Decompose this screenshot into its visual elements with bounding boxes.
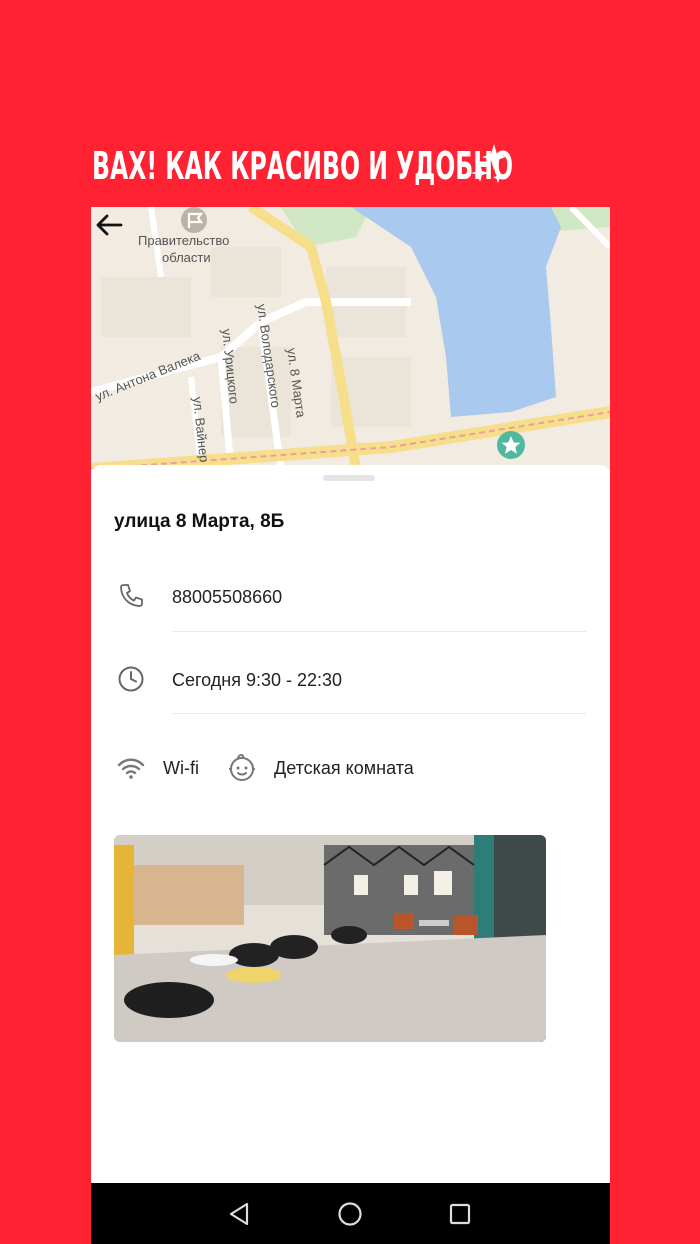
back-triangle-icon[interactable] [227, 1201, 253, 1227]
venue-hours: Сегодня 9:30 - 22:30 [172, 670, 343, 690]
sparkle-icon [471, 144, 506, 183]
map-label-government-2: области [162, 250, 211, 265]
venue-phone[interactable]: 88005508660 [172, 587, 282, 608]
divider [172, 631, 586, 632]
map-view[interactable]: Правительство области ул. 8 Марта ул. Во… [91, 207, 610, 469]
feature-kids-room-label: Детская комната [274, 758, 414, 778]
wifi-icon [117, 758, 145, 779]
promo-headline: ВАХ! КАК КРАСИВО И УДОБНО [92, 144, 514, 188]
details-sheet: улица 8 Марта, 8Б 88005508660 Сегодня 9:… [91, 465, 610, 1187]
divider [172, 713, 586, 714]
feature-wifi-label: Wi-fi [163, 758, 199, 778]
sheet-drag-handle[interactable] [323, 475, 375, 481]
kid-face-icon [229, 754, 255, 781]
map-label-government: Правительство [138, 233, 230, 248]
back-arrow-icon[interactable] [91, 207, 127, 243]
phone-icon [120, 584, 143, 607]
android-nav-bar [91, 1183, 610, 1244]
venue-photo[interactable] [114, 835, 546, 1042]
phone-screen: Правительство области ул. 8 Марта ул. Во… [91, 207, 610, 1244]
clock-icon [118, 666, 144, 692]
recents-square-icon[interactable] [447, 1201, 473, 1227]
venue-address: улица 8 Марта, 8Б [114, 511, 285, 532]
home-circle-icon[interactable] [337, 1201, 363, 1227]
